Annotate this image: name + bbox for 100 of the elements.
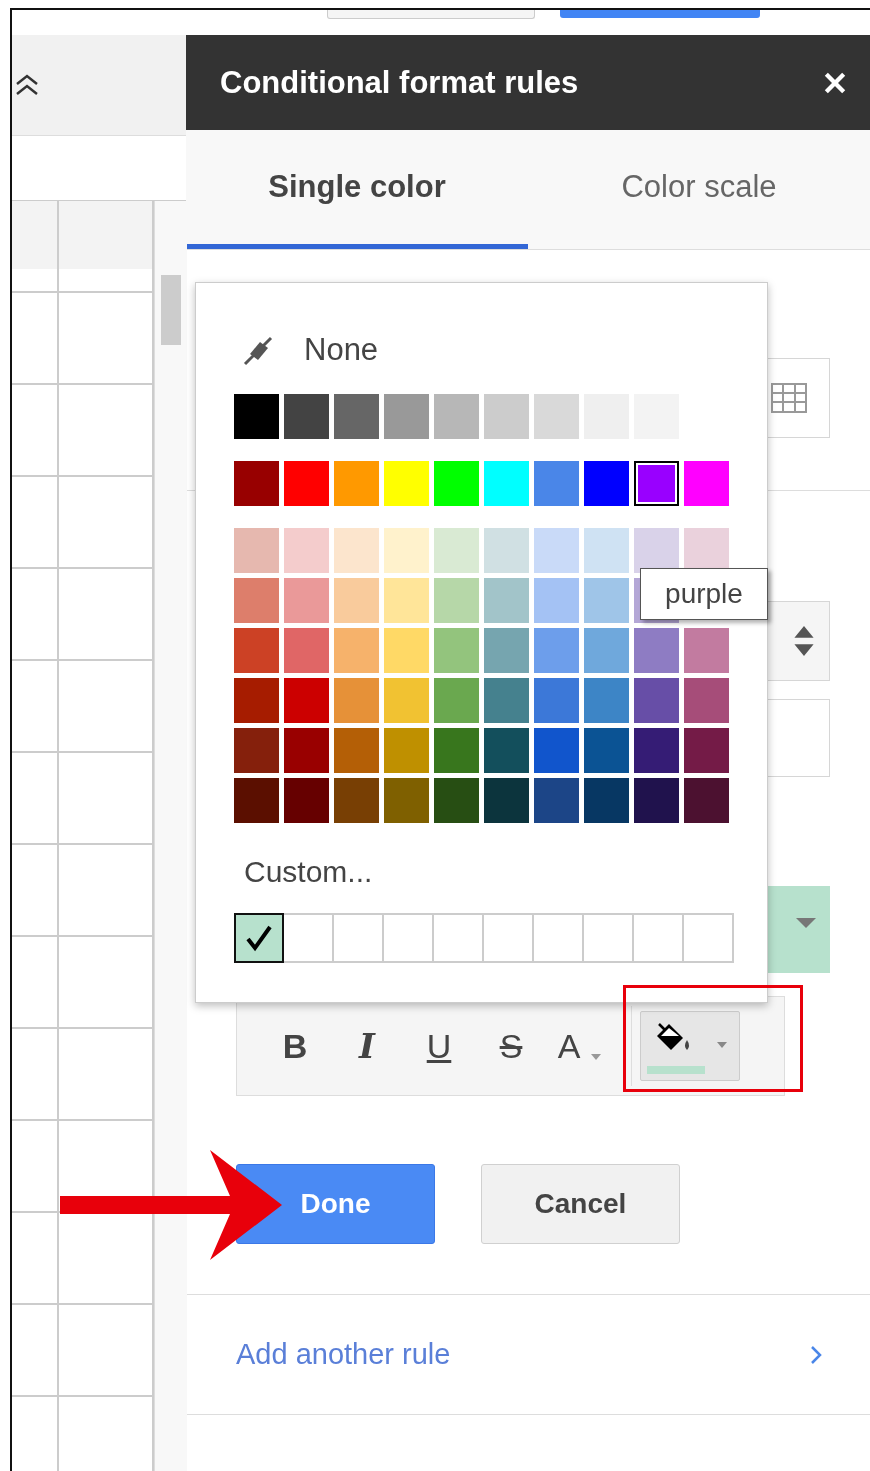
color-swatch[interactable] — [484, 461, 529, 506]
color-swatch[interactable] — [284, 394, 329, 439]
color-swatch[interactable] — [684, 628, 729, 673]
color-swatch[interactable] — [534, 394, 579, 439]
color-swatch[interactable] — [534, 728, 579, 773]
color-swatch[interactable] — [584, 678, 629, 723]
color-swatch[interactable] — [284, 628, 329, 673]
color-swatch[interactable] — [384, 778, 429, 823]
color-swatch[interactable] — [534, 678, 579, 723]
color-swatch[interactable] — [684, 728, 729, 773]
custom-option[interactable]: Custom... — [244, 855, 373, 889]
color-swatch[interactable] — [484, 628, 529, 673]
color-swatch[interactable] — [234, 778, 279, 823]
color-swatch[interactable] — [434, 578, 479, 623]
color-swatch[interactable] — [484, 578, 529, 623]
color-swatch[interactable] — [334, 678, 379, 723]
color-swatch[interactable] — [634, 728, 679, 773]
color-swatch[interactable] — [334, 528, 379, 573]
color-swatch[interactable] — [434, 628, 479, 673]
color-swatch[interactable] — [484, 528, 529, 573]
color-swatch[interactable] — [384, 628, 429, 673]
grid-icon[interactable] — [771, 383, 807, 413]
window-title: Conditional format rules — [220, 64, 579, 101]
color-swatch[interactable] — [284, 461, 329, 506]
style-button[interactable]: A — [547, 1021, 591, 1071]
color-swatch[interactable] — [384, 394, 429, 439]
color-swatch[interactable] — [584, 728, 629, 773]
toolbar-button[interactable] — [560, 10, 760, 18]
color-swatch[interactable] — [634, 678, 679, 723]
color-swatch[interactable] — [334, 461, 379, 506]
color-swatch[interactable] — [584, 461, 629, 506]
color-swatch[interactable] — [384, 528, 429, 573]
color-swatch[interactable] — [234, 528, 279, 573]
color-swatch[interactable] — [434, 728, 479, 773]
fill-color-button[interactable] — [640, 1011, 740, 1081]
color-swatch[interactable] — [384, 578, 429, 623]
caret-icon — [796, 918, 816, 928]
color-swatch[interactable] — [384, 728, 429, 773]
color-swatch[interactable] — [334, 628, 379, 673]
color-swatch[interactable] — [584, 578, 629, 623]
style-button[interactable]: I — [331, 1021, 403, 1071]
color-swatch[interactable] — [484, 728, 529, 773]
style-button[interactable]: B — [259, 1021, 331, 1071]
color-swatch[interactable] — [234, 578, 279, 623]
no-fill-icon — [242, 334, 274, 366]
color-swatch[interactable] — [284, 678, 329, 723]
scrollbar[interactable] — [154, 201, 187, 1471]
color-swatch[interactable] — [234, 728, 279, 773]
collapse-icon[interactable] — [14, 74, 40, 96]
color-swatch[interactable] — [334, 394, 379, 439]
none-option[interactable]: None — [242, 328, 379, 372]
color-swatch[interactable] — [434, 461, 479, 506]
color-swatch[interactable] — [434, 528, 479, 573]
caret-icon — [717, 1042, 727, 1048]
color-swatch[interactable] — [634, 778, 679, 823]
color-swatch[interactable] — [334, 728, 379, 773]
color-swatch[interactable] — [234, 628, 279, 673]
color-swatch[interactable] — [484, 778, 529, 823]
color-swatch[interactable] — [684, 678, 729, 723]
color-swatch[interactable] — [234, 394, 279, 439]
color-bar — [647, 1066, 705, 1074]
color-swatch[interactable] — [284, 778, 329, 823]
color-swatch[interactable] — [334, 778, 379, 823]
color-swatch[interactable] — [534, 578, 579, 623]
add-rule-link[interactable]: Add another rule — [236, 1338, 451, 1371]
toolbar-button[interactable] — [327, 10, 535, 19]
color-swatch[interactable] — [484, 678, 529, 723]
color-swatch[interactable] — [384, 678, 429, 723]
color-swatch[interactable] — [684, 461, 729, 506]
color-swatch[interactable] — [334, 578, 379, 623]
color-swatch[interactable] — [434, 678, 479, 723]
color-swatch[interactable] — [284, 578, 329, 623]
color-swatch[interactable] — [534, 461, 579, 506]
chevron-right-icon[interactable] — [810, 1344, 822, 1365]
color-swatch[interactable] — [684, 778, 729, 823]
color-swatch[interactable] — [384, 461, 429, 506]
color-swatch[interactable] — [434, 394, 479, 439]
custom-swatch[interactable] — [234, 913, 284, 963]
checkmark-icon — [244, 923, 274, 953]
color-swatch[interactable] — [534, 778, 579, 823]
color-swatch[interactable] — [234, 461, 279, 506]
color-swatch[interactable] — [534, 628, 579, 673]
color-swatch[interactable] — [584, 628, 629, 673]
tab[interactable]: Color scale — [528, 130, 870, 249]
style-button[interactable]: S — [475, 1021, 547, 1071]
style-button[interactable]: U — [403, 1021, 475, 1071]
color-swatch[interactable] — [584, 528, 629, 573]
color-swatch[interactable] — [284, 728, 329, 773]
color-swatch[interactable] — [234, 678, 279, 723]
color-swatch[interactable] — [584, 778, 629, 823]
color-swatch[interactable] — [534, 528, 579, 573]
color-swatch[interactable] — [634, 628, 679, 673]
color-swatch[interactable] — [284, 528, 329, 573]
color-swatch[interactable] — [484, 394, 529, 439]
tab[interactable]: Single color — [186, 130, 528, 249]
color-swatch[interactable] — [634, 461, 679, 506]
cancel-button[interactable]: Cancel — [481, 1164, 680, 1244]
caret-icon[interactable] — [591, 1054, 601, 1060]
sort-arrows-icon — [793, 625, 815, 657]
color-swatch[interactable] — [434, 778, 479, 823]
